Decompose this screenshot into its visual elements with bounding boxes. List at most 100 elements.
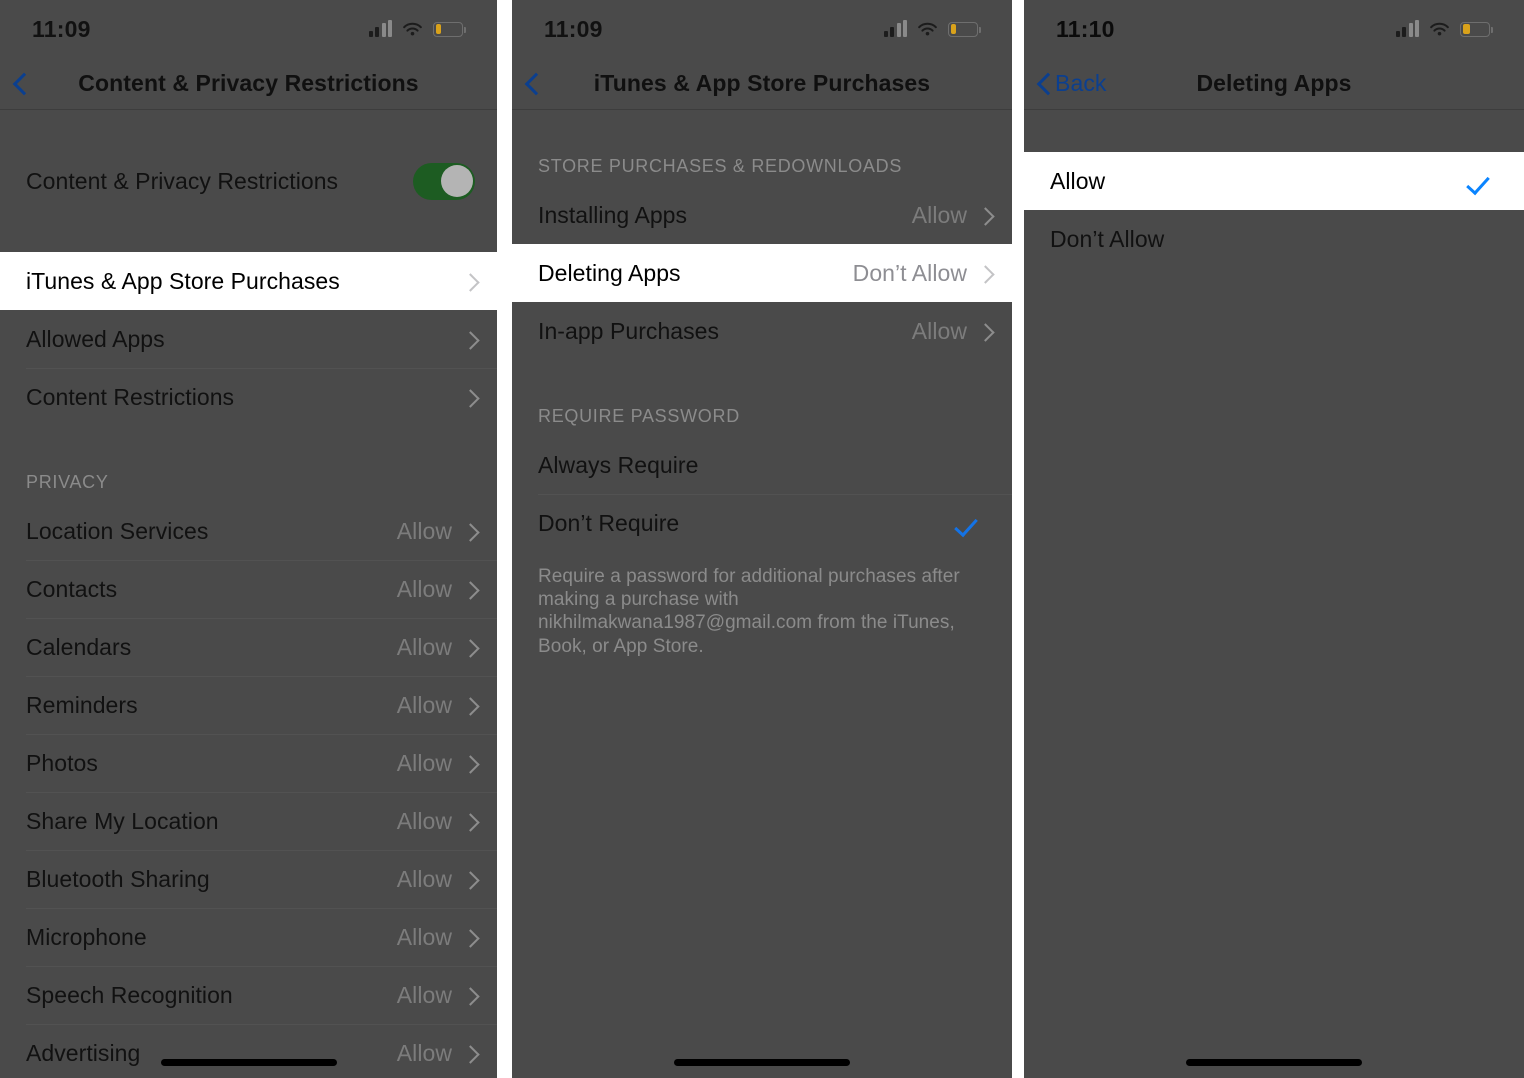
settings-list: STORE PURCHASES & REDOWNLOADS Installing… (512, 110, 1012, 658)
store-purchases-group: Installing Apps Allow Deleting Apps Don’… (512, 186, 1012, 360)
row-share-my-location[interactable]: Share My Location Allow (0, 792, 497, 850)
row-label: Bluetooth Sharing (26, 865, 210, 892)
row-accessory: Allow (397, 634, 475, 661)
row-location-services[interactable]: Location Services Allow (0, 502, 497, 560)
home-indicator (1186, 1059, 1362, 1066)
phone-panel-content-privacy-restrictions: 11:09 Content & Privacy Restrictions Con… (0, 0, 497, 1078)
row-accessory: Allow (397, 866, 475, 893)
home-indicator (674, 1059, 850, 1066)
cellular-signal-icon (883, 20, 907, 37)
require-password-section-footer: Require a password for additional purcha… (538, 566, 960, 657)
chevron-left-icon (1038, 72, 1051, 95)
chevron-left-icon (14, 72, 27, 95)
phone-panel-deleting-apps: 11:10 Back Deleting Apps Allow Don’t All… (1024, 0, 1524, 1078)
chevron-right-icon (464, 870, 475, 889)
row-accessory: Allow (397, 576, 475, 603)
master-toggle-group: Content & Privacy Restrictions (0, 152, 497, 210)
cellular-signal-icon (368, 20, 392, 37)
chevron-right-icon (464, 1044, 475, 1063)
status-bar-icons (1395, 20, 1493, 38)
row-advertising[interactable]: Advertising Allow (0, 1024, 497, 1078)
back-button[interactable] (526, 72, 543, 95)
row-label: Deleting Apps (538, 259, 681, 286)
row-value: Allow (396, 633, 452, 660)
row-reminders[interactable]: Reminders Allow (0, 676, 497, 734)
row-dont-require[interactable]: Don’t Require (512, 494, 1012, 552)
privacy-section-header: PRIVACY (26, 472, 109, 492)
status-bar-time: 11:10 (1056, 15, 1115, 42)
require-password-section-header: REQUIRE PASSWORD (538, 406, 740, 426)
row-in-app-purchases[interactable]: In-app Purchases Allow (512, 302, 1012, 360)
row-calendars[interactable]: Calendars Allow (0, 618, 497, 676)
checkmark-icon (1470, 170, 1496, 192)
screenshot-stage: 11:09 Content & Privacy Restrictions Con… (0, 0, 1524, 1078)
row-speech-recognition[interactable]: Speech Recognition Allow (0, 966, 497, 1024)
status-bar: 11:09 (512, 0, 1012, 58)
row-accessory: Allow (912, 318, 990, 345)
settings-list: Content & Privacy Restrictions iTunes & … (0, 110, 497, 1078)
navigation-bar: iTunes & App Store Purchases (512, 58, 1012, 110)
chevron-right-icon (464, 928, 475, 947)
page-title: Content & Privacy Restrictions (78, 70, 419, 96)
row-always-require[interactable]: Always Require (512, 436, 1012, 494)
row-bluetooth-sharing[interactable]: Bluetooth Sharing Allow (0, 850, 497, 908)
row-label: Don’t Require (538, 509, 680, 536)
row-microphone[interactable]: Microphone Allow (0, 908, 497, 966)
row-accessory: Allow (397, 750, 475, 777)
content-privacy-restrictions-toggle[interactable] (413, 162, 475, 200)
row-deleting-apps[interactable]: Deleting Apps Don’t Allow (512, 244, 1012, 302)
battery-low-icon (948, 21, 981, 37)
row-label: Content Restrictions (26, 383, 235, 410)
row-label: Photos (26, 749, 98, 776)
navigation-bar: Content & Privacy Restrictions (0, 58, 497, 110)
status-bar-icons (368, 20, 466, 38)
row-label: Installing Apps (538, 201, 688, 228)
row-accessory (464, 388, 475, 407)
deleting-apps-options-group: Allow Don’t Allow (1024, 152, 1524, 268)
phone-screen: 11:09 iTunes & App Store Purchases STORE… (512, 0, 1012, 1078)
back-button[interactable]: Back (1038, 70, 1107, 97)
row-value: Allow (396, 807, 452, 834)
row-allowed-apps[interactable]: Allowed Apps (0, 310, 497, 368)
row-label: Allow (1050, 167, 1106, 194)
home-indicator (160, 1059, 337, 1066)
row-content-restrictions[interactable]: Content Restrictions (0, 368, 497, 426)
battery-low-icon (1460, 21, 1493, 37)
row-label: Advertising (26, 1039, 141, 1066)
row-label: Don’t Allow (1050, 225, 1165, 252)
chevron-right-icon (464, 272, 475, 291)
row-accessory: Allow (397, 808, 475, 835)
wifi-icon (401, 21, 424, 38)
row-contacts[interactable]: Contacts Allow (0, 560, 497, 618)
chevron-right-icon (464, 522, 475, 541)
row-label: Speech Recognition (26, 981, 233, 1008)
content-privacy-restrictions-toggle-row[interactable]: Content & Privacy Restrictions (0, 152, 497, 210)
battery-low-icon (433, 21, 466, 37)
navigation-bar: Back Deleting Apps (1024, 58, 1524, 110)
row-label: Location Services (26, 517, 209, 544)
row-allow[interactable]: Allow (1024, 152, 1524, 210)
status-bar-icons (883, 20, 981, 38)
row-accessory: Allow (397, 924, 475, 951)
row-label: Contacts (26, 575, 118, 602)
row-value: Allow (911, 201, 967, 228)
row-accessory (1470, 170, 1502, 192)
row-installing-apps[interactable]: Installing Apps Allow (512, 186, 1012, 244)
row-itunes-app-store-purchases[interactable]: iTunes & App Store Purchases (0, 252, 497, 310)
chevron-right-icon (979, 206, 990, 225)
phone-screen: 11:09 Content & Privacy Restrictions Con… (0, 0, 497, 1078)
row-accessory: Allow (397, 982, 475, 1009)
back-button[interactable] (14, 72, 31, 95)
toggle-knob (440, 165, 473, 197)
restrictions-group: iTunes & App Store Purchases Allowed App… (0, 252, 497, 426)
row-dont-allow[interactable]: Don’t Allow (1024, 210, 1524, 268)
chevron-right-icon (464, 986, 475, 1005)
status-bar-time: 11:09 (544, 15, 603, 42)
wifi-icon (1428, 21, 1451, 38)
row-photos[interactable]: Photos Allow (0, 734, 497, 792)
row-accessory: Allow (912, 202, 990, 229)
